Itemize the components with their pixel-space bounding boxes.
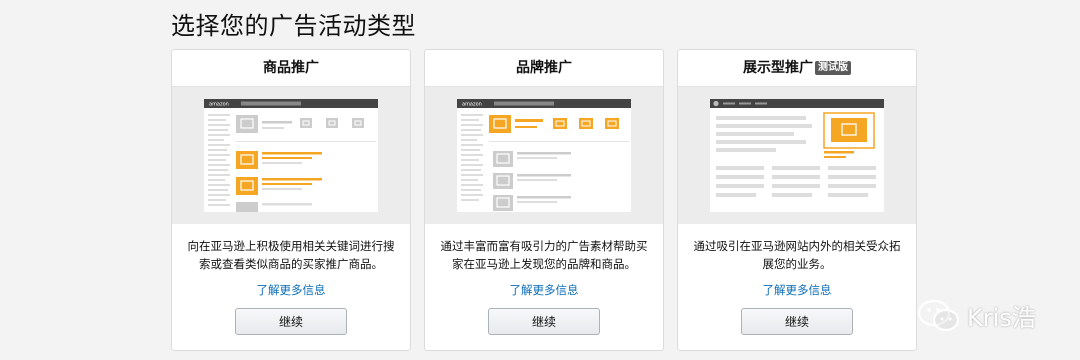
- card-title: 展示型推广 测试版: [678, 50, 916, 87]
- card-description: 向在亚马逊上积极使用相关关键词进行搜索或查看类似商品的买家推广商品。: [187, 239, 395, 271]
- sponsored-brands-preview-illustration: amazon: [457, 99, 631, 212]
- continue-button[interactable]: 继续: [488, 308, 600, 335]
- preview-logo-text: amazon: [462, 102, 482, 108]
- preview-panel: amazon: [172, 87, 410, 224]
- card-description: 通过吸引在亚马逊网站内外的相关受众拓展您的业务。: [693, 239, 901, 271]
- learn-more-link[interactable]: 了解更多信息: [678, 282, 916, 298]
- learn-more-link[interactable]: 了解更多信息: [172, 282, 410, 298]
- page-title: 选择您的广告活动类型: [171, 12, 416, 40]
- campaign-card-sponsored-brands[interactable]: 品牌推广 amazon 通过丰富而富有吸引力的广告素材帮助买家在亚马逊上发现您的…: [424, 49, 664, 351]
- beta-badge: 测试版: [815, 61, 851, 75]
- preview-logo-text: amazon: [209, 102, 229, 108]
- watermark-text: Kris浩: [967, 304, 1036, 332]
- campaign-card-sponsored-display[interactable]: 展示型推广 测试版 通过吸引在亚马逊网站内外的相关受众拓展您的业务。 了解更多信…: [677, 49, 917, 351]
- card-title: 品牌推广: [425, 50, 663, 87]
- continue-button[interactable]: 继续: [235, 308, 347, 335]
- sponsored-products-preview-illustration: amazon: [204, 99, 378, 212]
- sponsored-display-preview-illustration: [710, 99, 884, 212]
- watermark: Kris浩: [917, 298, 1036, 333]
- preview-panel: [678, 87, 916, 224]
- card-title: 商品推广: [172, 50, 410, 87]
- continue-button[interactable]: 继续: [741, 308, 853, 335]
- learn-more-link[interactable]: 了解更多信息: [425, 282, 663, 298]
- preview-panel: amazon: [425, 87, 663, 224]
- campaign-card-sponsored-products[interactable]: 商品推广 amazon 向在亚马逊上积极使用相关关键词进行搜索或查看类似商品的买…: [171, 49, 411, 351]
- wechat-icon: [917, 299, 960, 331]
- card-title-text: 展示型推广: [743, 60, 813, 76]
- card-description: 通过丰富而富有吸引力的广告素材帮助买家在亚马逊上发现您的品牌和商品。: [440, 239, 648, 271]
